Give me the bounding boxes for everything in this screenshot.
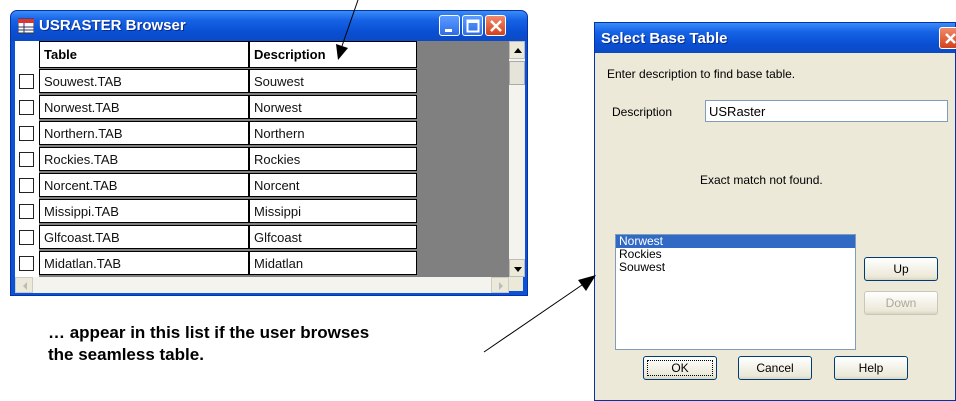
arrow-head-icon — [578, 275, 596, 291]
arrow-to-description-column — [341, 0, 359, 47]
arrow-head-icon — [336, 44, 348, 60]
arrow-to-listbox — [483, 284, 583, 353]
annotation-arrows — [336, 0, 596, 353]
